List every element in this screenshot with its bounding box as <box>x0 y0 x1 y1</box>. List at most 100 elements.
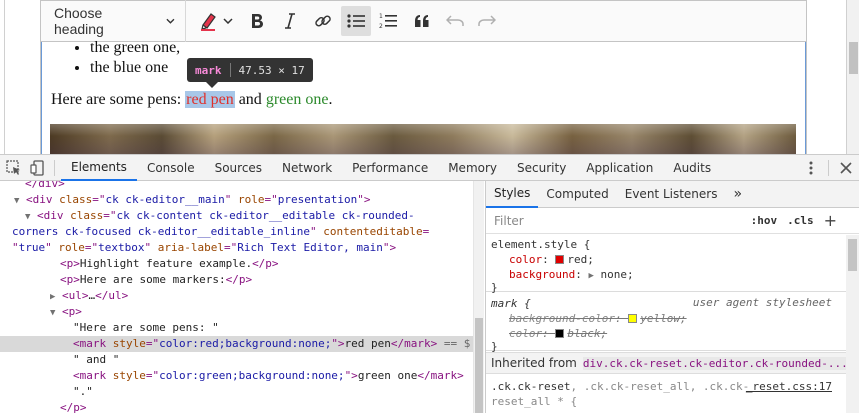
tab-performance[interactable]: Performance <box>342 155 438 181</box>
styles-filter-bar: Filter :hov .cls + <box>486 208 859 234</box>
stylesheet-source-link[interactable]: _reset.css:17 <box>746 379 832 394</box>
dom-node[interactable]: </div> <box>25 181 65 192</box>
elements-tree[interactable]: </div> ▼ <div class="ck ck-editor__main"… <box>0 181 484 413</box>
devtools-panel: Elements Console Sources Network Perform… <box>0 154 859 413</box>
devtools-tabbar: Elements Console Sources Network Perform… <box>0 155 859 181</box>
inspect-element-button[interactable] <box>2 155 26 181</box>
link-icon <box>314 15 331 27</box>
reset-rule[interactable]: .ck.ck-reset, .ck.ck-reset_all, .ck.ck- … <box>486 377 846 413</box>
editor-area: Choose heading 1 2 • the green one, • th… <box>0 0 859 154</box>
chevron-down-icon <box>166 18 175 24</box>
hover-state-toggle[interactable]: :hov <box>751 214 778 227</box>
expanded-triangle-icon: ▼ <box>25 212 31 222</box>
element-inspect-tooltip: mark 47.53 × 17 <box>187 58 313 88</box>
block-quote-button[interactable] <box>405 6 439 36</box>
redo-icon <box>478 15 496 26</box>
overridden-declaration[interactable]: color: black; <box>509 326 607 341</box>
dom-close-tag: </div> <box>25 181 65 190</box>
dom-text-node[interactable]: " and " <box>73 352 119 368</box>
italic-button[interactable] <box>273 6 306 36</box>
dom-node-selected-mark[interactable]: <mark style="color:red;background:none;"… <box>0 336 473 352</box>
vertical-dots-icon <box>809 161 813 175</box>
dom-node-ul[interactable]: ▶ <ul>…</ul> <box>50 288 128 304</box>
tab-computed[interactable]: Computed <box>538 181 616 208</box>
tab-event-listeners[interactable]: Event Listeners <box>617 181 726 208</box>
undo-button[interactable] <box>439 6 471 36</box>
class-toggle[interactable]: .cls <box>787 214 814 227</box>
device-toolbar-button[interactable] <box>26 155 50 181</box>
styles-tabbar: Styles Computed Event Listeners » <box>486 181 859 208</box>
dom-node-p[interactable]: <p>Highlight feature example.</p> <box>60 256 279 272</box>
elements-scrollbar-thumb[interactable] <box>475 318 483 413</box>
dom-node-editable-cont[interactable]: corners ck-focused ck-editor__editable_i… <box>12 224 429 240</box>
toolbar-separator <box>828 160 829 176</box>
dom-node-p-pens[interactable]: ▼ <p> <box>50 304 82 320</box>
styles-scrollbar-thumb[interactable] <box>848 239 857 271</box>
numbered-list-icon: 1 2 <box>379 13 397 30</box>
link-button[interactable] <box>306 6 339 36</box>
undo-icon <box>446 15 464 26</box>
tooltip-divider <box>229 63 231 77</box>
dom-text-node[interactable]: "Here are some pens: " <box>73 320 219 336</box>
quote-icon <box>415 15 429 27</box>
red-pen-mark: red pen <box>185 91 235 108</box>
editor-toolbar: Choose heading 1 2 <box>40 0 807 42</box>
rule-selector: element.style <box>491 238 578 251</box>
expanded-triangle-icon: ▼ <box>14 196 20 206</box>
inherited-from-label: Inherited from <box>491 356 577 370</box>
tab-application[interactable]: Application <box>576 155 663 181</box>
bulleted-list-button[interactable] <box>341 6 371 36</box>
dom-node-editor-main[interactable]: ▼ <div class="ck ck-editor__main" role="… <box>14 192 371 208</box>
bold-button[interactable] <box>240 6 273 36</box>
redo-button[interactable] <box>471 6 503 36</box>
more-tabs-button[interactable]: » <box>725 181 750 208</box>
device-icon <box>30 159 44 176</box>
numbered-list-button[interactable]: 1 2 <box>371 6 405 36</box>
pens-suffix: . <box>328 91 333 108</box>
bulleted-list-icon <box>347 14 365 28</box>
toolbar-separator <box>54 159 55 176</box>
svg-text:1: 1 <box>379 13 383 20</box>
svg-text:2: 2 <box>379 23 383 30</box>
content-image <box>50 124 796 154</box>
element-style-rule[interactable]: element.style { color: red; background: … <box>486 235 846 294</box>
tab-audits[interactable]: Audits <box>663 155 721 181</box>
dom-text-node[interactable]: "." <box>73 384 93 400</box>
new-style-rule-plus-icon[interactable]: + <box>824 211 837 230</box>
style-declaration[interactable]: background: ▶ none; <box>509 267 634 282</box>
dom-node-mark[interactable]: <mark style="color:green;background:none… <box>73 368 464 384</box>
tab-console[interactable]: Console <box>137 155 205 181</box>
green-pen-mark: green one <box>265 91 329 108</box>
tab-elements[interactable]: Elements <box>61 155 137 181</box>
dom-node-editable[interactable]: ▼ <div class="ck ck-content ck-editor__e… <box>25 208 415 224</box>
italic-icon <box>284 13 295 29</box>
overridden-declaration[interactable]: background-color: yellow; <box>509 311 687 326</box>
dom-close-p[interactable]: </p> <box>60 400 87 413</box>
tab-styles[interactable]: Styles <box>486 181 539 208</box>
tab-security[interactable]: Security <box>507 155 576 181</box>
page-scrollbar[interactable] <box>847 0 859 154</box>
dom-node-p[interactable]: <p>Here are some markers:</p> <box>60 272 252 288</box>
mark-user-agent-rule[interactable]: mark { user agent stylesheet background-… <box>486 293 846 353</box>
styles-filter-input[interactable]: Filter <box>494 214 751 228</box>
tooltip-size: 47.53 × 17 <box>238 63 305 77</box>
close-icon <box>840 162 852 174</box>
inherited-node-link[interactable]: div.ck.ck-reset.ck-editor.ck-rounded-... <box>582 356 846 370</box>
close-devtools-button[interactable] <box>833 155 859 181</box>
editable-content[interactable]: the green one, the blue one Here are som… <box>51 40 791 108</box>
styles-sidebar: Styles Computed Event Listeners » Filter… <box>485 181 859 413</box>
black-color-swatch-icon[interactable] <box>555 329 565 338</box>
dom-node-editable-cont[interactable]: "true" role="textbox" aria-label="Rich T… <box>12 240 396 256</box>
highlight-button[interactable] <box>190 6 240 36</box>
devtools-menu-button[interactable] <box>798 155 824 181</box>
inherited-from-header: Inherited from div.ck.ck-reset.ck-editor… <box>486 352 846 374</box>
red-color-swatch-icon[interactable] <box>555 255 565 264</box>
page-scrollbar-thumb[interactable] <box>849 42 858 74</box>
style-declaration[interactable]: color: red; <box>509 252 594 267</box>
yellow-color-swatch-icon[interactable] <box>628 314 638 323</box>
tab-memory[interactable]: Memory <box>438 155 507 181</box>
expanded-triangle-icon: ▼ <box>50 308 56 318</box>
tab-network[interactable]: Network <box>272 155 342 181</box>
heading-dropdown[interactable]: Choose heading <box>41 0 186 42</box>
tab-sources[interactable]: Sources <box>205 155 272 181</box>
